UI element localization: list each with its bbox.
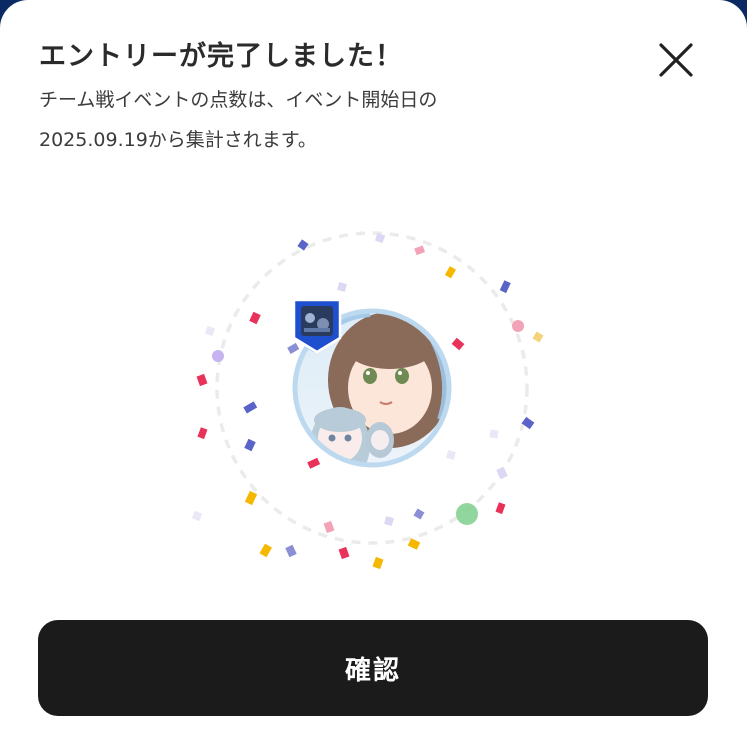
dialog-description: チーム戦イベントの点数は、イベント開始日の 2025.09.19から集計されます…: [39, 80, 639, 160]
close-button[interactable]: [652, 36, 700, 84]
description-line-1: チーム戦イベントの点数は、イベント開始日の: [39, 89, 438, 111]
dialog-title: エントリーが完了しました！: [39, 41, 403, 72]
celebration-area: [180, 220, 560, 580]
confirm-button[interactable]: 確認: [38, 620, 708, 716]
close-icon: [659, 43, 693, 77]
description-line-2: 2025.09.19から集計されます。: [39, 129, 317, 151]
entry-complete-dialog: エントリーが完了しました！ チーム戦イベントの点数は、イベント開始日の 2025…: [0, 0, 747, 747]
